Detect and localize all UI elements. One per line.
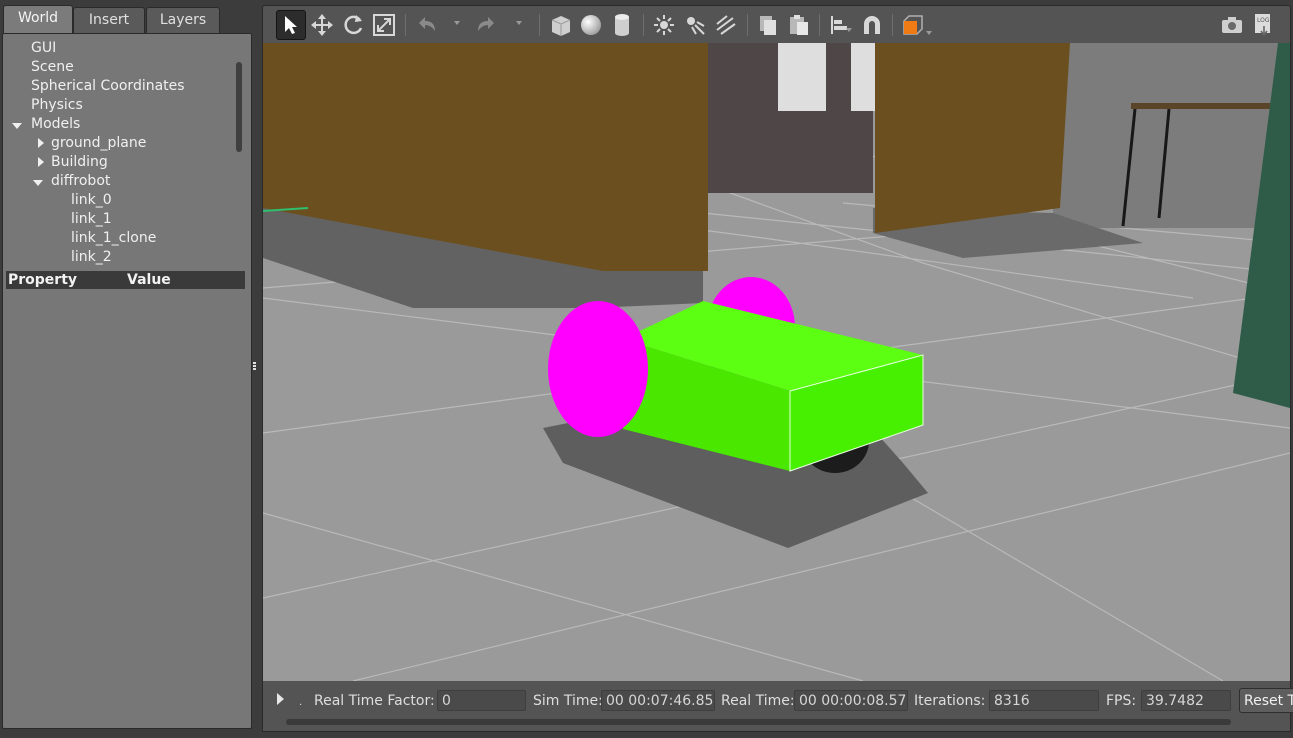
- tree-item-link[interactable]: link_1_clone: [71, 229, 156, 248]
- tab-insert[interactable]: Insert: [73, 7, 145, 33]
- fps-label: FPS:: [1106, 693, 1137, 709]
- expand-arrow-icon[interactable]: [12, 123, 22, 129]
- select-arrow-icon[interactable]: [276, 10, 306, 40]
- scene-render[interactable]: [263, 43, 1290, 681]
- sim-time-field[interactable]: 00 00:07:46.851: [601, 690, 715, 711]
- property-table-header: Property Value: [6, 271, 245, 289]
- window: [851, 43, 879, 111]
- tree-item-spherical-coordinates[interactable]: Spherical Coordinates: [31, 77, 185, 96]
- iterations-field[interactable]: 8316: [989, 690, 1099, 711]
- cylinder-icon[interactable]: [609, 12, 635, 38]
- panel-splitter-handle[interactable]: [253, 362, 257, 374]
- tree-item-link[interactable]: link_0: [71, 191, 112, 210]
- tree-item-gui[interactable]: GUI: [31, 39, 56, 58]
- tree-scrollbar[interactable]: [236, 62, 242, 152]
- tree-item-ground-plane[interactable]: ground_plane: [51, 134, 146, 153]
- box-icon[interactable]: [548, 12, 574, 38]
- building-wall-right: [875, 43, 1070, 233]
- tree-item-link[interactable]: link_2: [71, 248, 112, 267]
- translate-icon[interactable]: [309, 12, 335, 38]
- scale-icon[interactable]: [371, 12, 397, 38]
- paste-icon[interactable]: [786, 12, 812, 38]
- sim-time-label: Sim Time:: [533, 693, 603, 709]
- align-dropdown-icon[interactable]: [846, 28, 852, 32]
- collapse-arrow-icon[interactable]: [38, 138, 44, 148]
- directional-light-icon[interactable]: [713, 12, 739, 38]
- align-icon[interactable]: [827, 12, 853, 38]
- play-icon[interactable]: [277, 693, 284, 705]
- redo-dropdown-icon[interactable]: [516, 21, 522, 25]
- status-bar: . Real Time Factor: 0 Sim Time: 00 00:07…: [262, 681, 1293, 732]
- tree-item-diffrobot[interactable]: diffrobot: [51, 172, 110, 191]
- point-light-icon[interactable]: [651, 12, 677, 38]
- undo-dropdown-icon[interactable]: [454, 21, 460, 25]
- view-angle-icon[interactable]: [900, 12, 926, 38]
- log-icon-text: LOG: [1257, 17, 1270, 24]
- world-tree-panel: GUI Scene Spherical Coordinates Physics …: [2, 33, 252, 729]
- table-top: [1131, 103, 1290, 109]
- 3d-viewport[interactable]: [262, 43, 1291, 681]
- collapse-arrow-icon[interactable]: [38, 157, 44, 167]
- real-time-factor-label: Real Time Factor:: [314, 693, 435, 709]
- iterations-label: Iterations:: [914, 693, 986, 709]
- fps-field[interactable]: 39.7482: [1141, 690, 1231, 711]
- toolbar: LOG: [262, 5, 1291, 44]
- undo-icon[interactable]: [413, 12, 439, 38]
- horizontal-scrollbar[interactable]: [286, 719, 1231, 725]
- rotate-icon[interactable]: [340, 12, 366, 38]
- view-angle-dropdown-icon[interactable]: [926, 31, 932, 35]
- tree-item-models[interactable]: Models: [31, 115, 80, 134]
- real-time-label: Real Time:: [721, 693, 795, 709]
- sphere-icon[interactable]: [578, 12, 604, 38]
- tree-item-physics[interactable]: Physics: [31, 96, 83, 115]
- real-time-field[interactable]: 00 00:00:08.571: [794, 690, 908, 711]
- tree-item-building[interactable]: Building: [51, 153, 108, 172]
- right-wall: [1053, 43, 1290, 228]
- wheel-near[interactable]: [548, 301, 648, 437]
- left-panel: World Insert Layers GUI Scene Spherical …: [0, 0, 256, 738]
- step-indicator: .: [299, 697, 303, 708]
- snap-icon[interactable]: [859, 12, 885, 38]
- expand-arrow-icon[interactable]: [33, 180, 43, 186]
- tree-item-link[interactable]: link_1: [71, 210, 112, 229]
- real-time-factor-field[interactable]: 0: [437, 690, 526, 711]
- screenshot-icon[interactable]: [1219, 12, 1245, 38]
- tab-layers[interactable]: Layers: [146, 7, 220, 33]
- redo-icon[interactable]: [474, 12, 500, 38]
- value-column-header[interactable]: Value: [127, 271, 171, 289]
- window: [778, 43, 826, 111]
- spot-light-icon[interactable]: [682, 12, 708, 38]
- copy-icon[interactable]: [755, 12, 781, 38]
- log-icon[interactable]: LOG: [1250, 12, 1276, 38]
- reset-time-button[interactable]: Reset Time: [1239, 688, 1293, 713]
- tab-world[interactable]: World: [3, 5, 73, 34]
- tree-item-scene[interactable]: Scene: [31, 58, 74, 77]
- property-column-header[interactable]: Property: [8, 271, 77, 289]
